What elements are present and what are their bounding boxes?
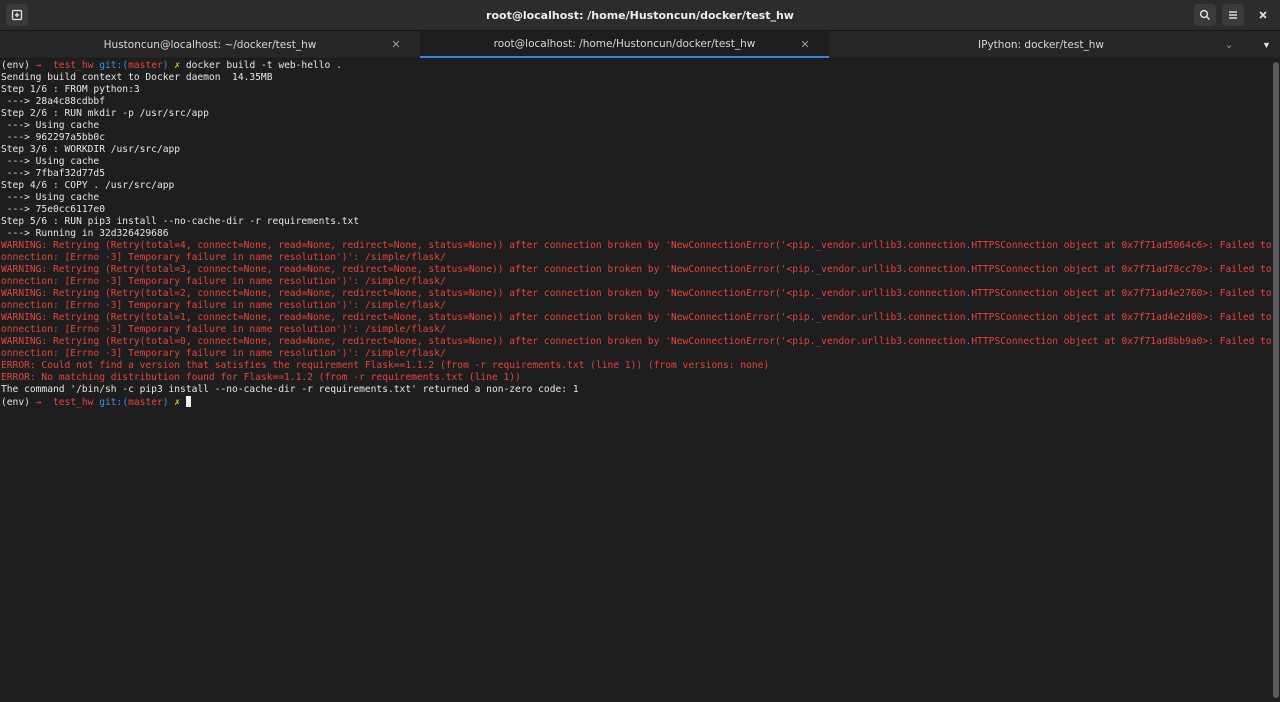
tab-label: Hustoncun@localhost: ~/docker/test_hw: [103, 38, 317, 51]
prompt-dir: test_hw: [53, 397, 94, 408]
prompt-env: (env): [1, 60, 30, 71]
close-icon: [1259, 11, 1267, 19]
menu-button[interactable]: [1222, 4, 1244, 26]
tab-close-icon[interactable]: ✕: [799, 38, 811, 51]
output-line: ---> Using cache: [1, 156, 100, 167]
tab-dropdown-icon[interactable]: ⌄: [1223, 38, 1235, 51]
output-line-error: WARNING: Retrying (Retry(total=4, connec…: [1, 240, 1272, 251]
output-line: Step 2/6 : RUN mkdir -p /usr/src/app: [1, 108, 209, 119]
output-line-error: onnection: [Errno -3] Temporary failure …: [1, 348, 446, 359]
output-line: Step 3/6 : WORKDIR /usr/src/app: [1, 144, 181, 155]
output-line: Step 4/6 : COPY . /usr/src/app: [1, 180, 175, 191]
output-line: ---> Using cache: [1, 120, 100, 131]
output-line-error: ERROR: No matching distribution found fo…: [1, 372, 521, 383]
prompt-line-current: (env) → test_hw git:(master) ✗: [0, 396, 1272, 408]
output-line: ---> 962297a5bb0c: [1, 132, 105, 143]
prompt-branch: master: [128, 60, 163, 71]
output-line-error: ERROR: Could not find a version that sat…: [1, 360, 770, 371]
prompt-branch: master: [128, 397, 163, 408]
tab-label: IPython: docker/test_hw: [978, 38, 1104, 51]
chevron-down-icon: ▼: [1262, 39, 1271, 50]
tab-root-localhost[interactable]: root@localhost: /home/Hustoncun/docker/t…: [420, 31, 829, 58]
prompt-git: git:(: [99, 60, 129, 71]
new-tab-icon: [11, 9, 23, 21]
prompt-env: (env): [1, 397, 30, 408]
hamburger-menu-icon: [1229, 11, 1237, 19]
output-line-error: onnection: [Errno -3] Temporary failure …: [1, 276, 446, 287]
output-line-error: WARNING: Retrying (Retry(total=1, connec…: [1, 312, 1272, 323]
output-line: ---> 75e0cc6117e0: [1, 204, 105, 215]
output-line: Sending build context to Docker daemon 1…: [1, 72, 273, 83]
header-bar: root@localhost: /home/Hustoncun/docker/t…: [0, 0, 1280, 31]
search-icon: [1199, 9, 1211, 21]
output-line-error: WARNING: Retrying (Retry(total=2, connec…: [1, 288, 1272, 299]
output-line-error: WARNING: Retrying (Retry(total=3, connec…: [1, 264, 1272, 275]
output-line: ---> 28a4c88cdbbf: [1, 96, 105, 107]
scrollbar-thumb[interactable]: [1273, 62, 1279, 698]
output-line-error: onnection: [Errno -3] Temporary failure …: [1, 252, 446, 263]
window-close-button[interactable]: [1252, 4, 1274, 26]
tab-label: root@localhost: /home/Hustoncun/docker/t…: [493, 37, 756, 50]
text-cursor: [185, 396, 191, 407]
tab-ipython[interactable]: IPython: docker/test_hw ⌄: [829, 31, 1253, 58]
prompt-line: (env) → test_hw git:(master) ✗ docker bu…: [0, 60, 1272, 72]
output-line: Step 1/6 : FROM python:3: [1, 84, 140, 95]
output-line: The command '/bin/sh -c pip3 install --n…: [1, 384, 579, 395]
prompt-dir: test_hw: [53, 60, 94, 71]
output-line-error: onnection: [Errno -3] Temporary failure …: [1, 300, 446, 311]
output-line-error: WARNING: Retrying (Retry(total=0, connec…: [1, 336, 1272, 347]
output-line: Step 5/6 : RUN pip3 install --no-cache-d…: [1, 216, 360, 227]
tab-close-icon[interactable]: ✕: [390, 38, 402, 51]
prompt-dirty-mark: ✗: [174, 397, 181, 408]
prompt-arrow: →: [35, 60, 42, 71]
tab-hustoncun-localhost[interactable]: Hustoncun@localhost: ~/docker/test_hw ✕: [0, 31, 420, 58]
window-title: root@localhost: /home/Hustoncun/docker/t…: [486, 8, 794, 22]
prompt-git: git:(: [99, 397, 129, 408]
output-line-error: onnection: [Errno -3] Temporary failure …: [1, 324, 446, 335]
prompt-git-close: ): [162, 60, 169, 71]
prompt-git-close: ): [162, 397, 169, 408]
prompt-dirty-mark: ✗: [174, 60, 181, 71]
tab-overflow-button[interactable]: ▼: [1253, 31, 1280, 58]
output-lines: Sending build context to Docker daemon 1…: [0, 72, 1272, 396]
output-line: ---> 7fbaf32d77d5: [1, 168, 105, 179]
terminal-output[interactable]: (env) → test_hw git:(master) ✗ docker bu…: [0, 60, 1272, 702]
new-tab-button[interactable]: [6, 4, 28, 26]
output-line: ---> Running in 32d326429686: [1, 228, 169, 239]
prompt-arrow: →: [35, 397, 42, 408]
search-button[interactable]: [1194, 4, 1216, 26]
prompt-command: docker build -t web-hello .: [185, 60, 342, 71]
tab-bar: Hustoncun@localhost: ~/docker/test_hw ✕ …: [0, 31, 1280, 59]
output-line: ---> Using cache: [1, 192, 100, 203]
